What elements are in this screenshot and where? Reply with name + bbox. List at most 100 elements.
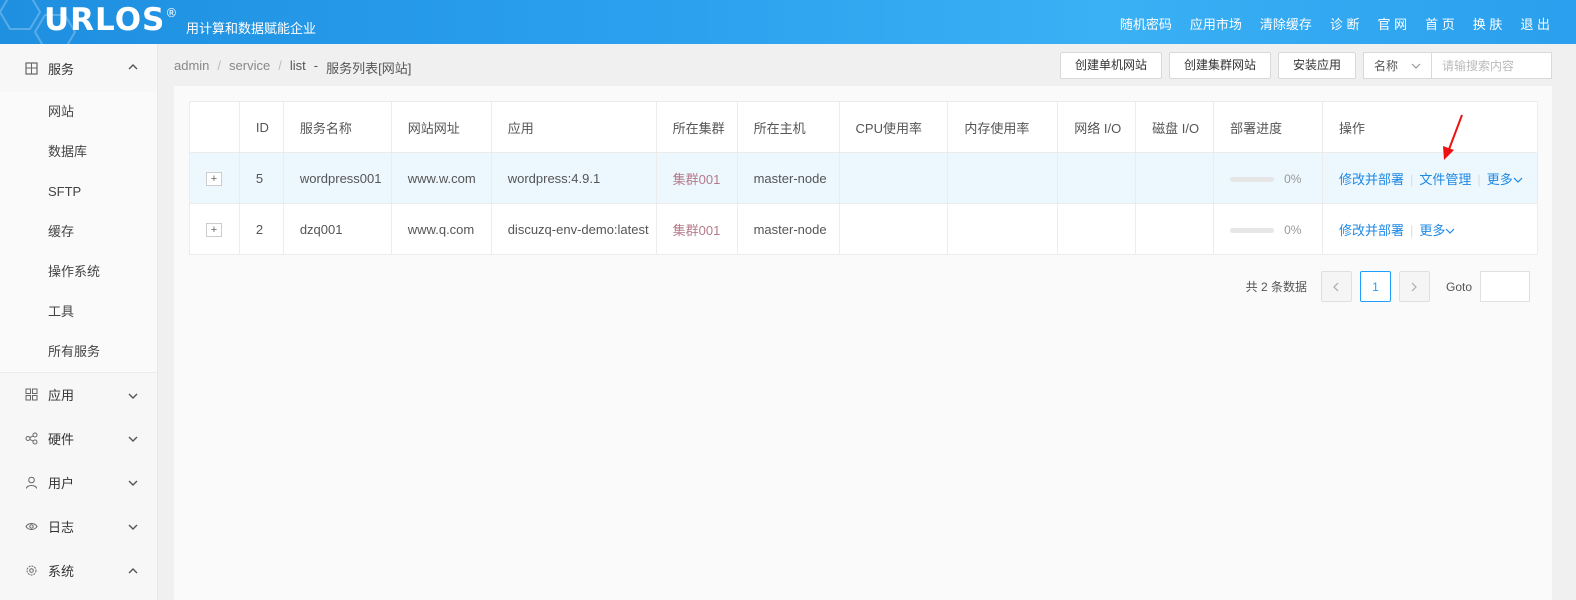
chevron-down-icon bbox=[1513, 177, 1523, 183]
goto-page-input[interactable] bbox=[1480, 271, 1530, 302]
sidebar-group-label: 硬件 bbox=[48, 431, 75, 447]
nav-random-password[interactable]: 随机密码 bbox=[1120, 14, 1172, 33]
row-host: master-node bbox=[736, 203, 840, 255]
chevron-down-icon bbox=[128, 480, 138, 486]
top-nav: 随机密码 应用市场 清除缓存 诊 断 官 网 首 页 换 肤 退 出 bbox=[1102, 14, 1550, 33]
more-label: 更多 bbox=[1486, 171, 1513, 187]
create-single-site-button[interactable]: 创建单机网站 bbox=[1060, 52, 1163, 79]
edit-deploy-link[interactable]: 修改并部署 bbox=[1339, 223, 1404, 238]
toolbar: 创建单机网站 创建集群网站 安装应用 名称 bbox=[1060, 52, 1553, 79]
progress-bar bbox=[1230, 176, 1275, 182]
breadcrumb-dash: - bbox=[313, 58, 319, 73]
main-panel: ID 服务名称 网站网址 应用 所在集群 所在主机 CPU使用率 内存使用率 网… bbox=[174, 86, 1552, 600]
row-host: master-node bbox=[736, 152, 840, 204]
red-arrow-annotation bbox=[1443, 114, 1463, 160]
column-header-url: 网站网址 bbox=[390, 101, 492, 153]
row-disk-io bbox=[1135, 203, 1215, 255]
pagination-total: 共 2 条数据 bbox=[1245, 280, 1307, 294]
row-url: www.w.com bbox=[390, 152, 492, 204]
nav-change-skin[interactable]: 换 肤 bbox=[1473, 14, 1503, 33]
sidebar-group-hardware[interactable]: 硬件 bbox=[0, 416, 157, 460]
more-dropdown[interactable]: 更多 bbox=[1419, 223, 1455, 238]
search-field-select[interactable]: 名称 bbox=[1363, 52, 1432, 79]
chevron-down-icon bbox=[128, 393, 138, 399]
table-row: + 2 dzq001 www.q.com discuzq-env-demo:la… bbox=[189, 203, 1539, 255]
table-row: + 5 wordpress001 www.w.com wordpress:4.9… bbox=[189, 152, 1539, 204]
row-id: 5 bbox=[238, 152, 284, 204]
nav-diagnose[interactable]: 诊 断 bbox=[1330, 14, 1360, 33]
deploy-progress: 0% bbox=[1230, 172, 1301, 186]
edit-deploy-link[interactable]: 修改并部署 bbox=[1339, 172, 1404, 187]
row-actions: 修改并部署 | 更多 bbox=[1321, 203, 1539, 255]
sidebar-group-service[interactable]: 服务 bbox=[0, 44, 157, 92]
sidebar-item-website[interactable]: 网站 bbox=[0, 92, 157, 132]
more-dropdown[interactable]: 更多 bbox=[1487, 172, 1523, 187]
more-label: 更多 bbox=[1419, 222, 1446, 238]
prev-page-button[interactable] bbox=[1320, 271, 1352, 302]
sidebar-group-users[interactable]: 用户 bbox=[0, 460, 157, 504]
column-header-cluster: 所在集群 bbox=[655, 101, 738, 153]
breadcrumb-service[interactable]: service bbox=[229, 58, 270, 77]
row-app: discuzq-env-demo:latest bbox=[490, 203, 657, 255]
page-number-button[interactable]: 1 bbox=[1359, 271, 1391, 302]
sidebar-item-database[interactable]: 数据库 bbox=[0, 132, 157, 172]
progress-percent: 0% bbox=[1284, 172, 1302, 187]
nav-logout[interactable]: 退 出 bbox=[1520, 14, 1550, 33]
install-app-button[interactable]: 安装应用 bbox=[1278, 52, 1357, 79]
row-progress-cell: 0% bbox=[1213, 203, 1323, 255]
column-header-id: ID bbox=[238, 101, 284, 153]
column-header-deploy-progress: 部署进度 bbox=[1213, 101, 1323, 153]
row-app: wordpress:4.9.1 bbox=[490, 152, 657, 204]
chevron-right-icon bbox=[1412, 282, 1418, 291]
nav-home[interactable]: 首 页 bbox=[1425, 14, 1455, 33]
chevron-down-icon bbox=[1411, 63, 1421, 69]
next-page-button[interactable] bbox=[1398, 271, 1430, 302]
row-progress-cell: 0% bbox=[1213, 152, 1323, 204]
sidebar-group-apps[interactable]: 应用 bbox=[0, 372, 157, 416]
row-id: 2 bbox=[238, 203, 284, 255]
file-manager-link[interactable]: 文件管理 bbox=[1419, 172, 1471, 187]
expand-row-button[interactable]: + bbox=[206, 172, 222, 186]
sidebar-item-sftp[interactable]: SFTP bbox=[0, 172, 157, 212]
sidebar-group-label: 日志 bbox=[48, 519, 75, 535]
expand-row-button[interactable]: + bbox=[206, 223, 222, 237]
action-separator: | bbox=[1410, 171, 1414, 187]
nav-official-site[interactable]: 官 网 bbox=[1378, 14, 1408, 33]
row-network-io bbox=[1057, 203, 1137, 255]
row-expand-cell: + bbox=[189, 203, 240, 255]
sidebar-item-all-services[interactable]: 所有服务 bbox=[0, 332, 157, 372]
action-separator: | bbox=[1410, 222, 1414, 238]
breadcrumb-admin[interactable]: admin bbox=[174, 58, 209, 77]
create-cluster-site-button[interactable]: 创建集群网站 bbox=[1169, 52, 1272, 79]
progress-bar bbox=[1230, 227, 1275, 233]
chevron-up-icon bbox=[128, 568, 138, 574]
row-disk-io bbox=[1135, 152, 1215, 204]
urlos-logo[interactable]: URLOS® bbox=[44, 2, 178, 38]
search-input[interactable] bbox=[1431, 52, 1553, 79]
row-cpu bbox=[838, 152, 949, 204]
table-header-row: ID 服务名称 网站网址 应用 所在集群 所在主机 CPU使用率 内存使用率 网… bbox=[189, 101, 1539, 153]
row-url: www.q.com bbox=[390, 203, 492, 255]
column-header-name: 服务名称 bbox=[282, 101, 392, 153]
column-header-app: 应用 bbox=[490, 101, 657, 153]
chevron-left-icon bbox=[1333, 282, 1339, 291]
row-cluster-cell: 集群001 bbox=[655, 152, 738, 204]
sidebar-item-tools[interactable]: 工具 bbox=[0, 292, 157, 332]
cluster-link[interactable]: 集群001 bbox=[673, 223, 721, 238]
sidebar-group-logs[interactable]: 日志 bbox=[0, 504, 157, 548]
cluster-link[interactable]: 集群001 bbox=[673, 172, 721, 187]
goto-label: Goto bbox=[1445, 279, 1472, 294]
search-field-value: 名称 bbox=[1374, 59, 1399, 73]
apps-icon bbox=[24, 388, 38, 402]
sidebar-group-system[interactable]: 系统 bbox=[0, 548, 157, 592]
page-title: 服务列表[网站] bbox=[326, 61, 412, 76]
share-icon bbox=[24, 431, 38, 445]
breadcrumb-separator: / bbox=[278, 58, 282, 73]
progress-percent: 0% bbox=[1284, 223, 1302, 238]
pagination: 共 2 条数据 1 Goto bbox=[1246, 271, 1530, 302]
nav-app-market[interactable]: 应用市场 bbox=[1190, 14, 1242, 33]
sidebar-item-os[interactable]: 操作系统 bbox=[0, 252, 157, 292]
nav-clear-cache[interactable]: 清除缓存 bbox=[1260, 14, 1312, 33]
row-network-io bbox=[1057, 152, 1137, 204]
sidebar-item-cache[interactable]: 缓存 bbox=[0, 212, 157, 252]
